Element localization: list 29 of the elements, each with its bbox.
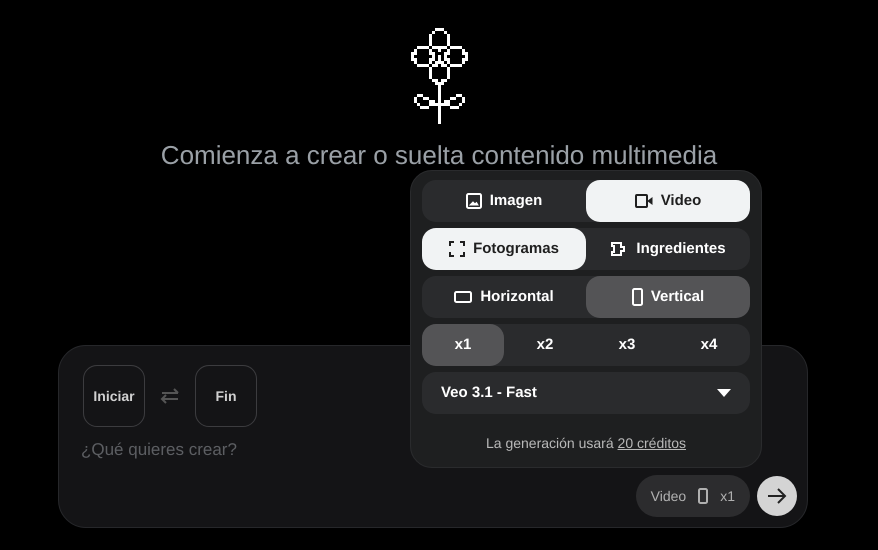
option-tab[interactable]: Horizontal [422,276,586,318]
option-tab[interactable]: Ingredientes [586,228,750,270]
count-tab[interactable]: x1 [422,324,504,366]
start-frame-button[interactable]: Iniciar [83,365,145,427]
end-frame-button[interactable]: Fin [195,365,257,427]
credits-link[interactable]: 20 créditos [618,435,686,451]
option-tab[interactable]: Fotogramas [422,228,586,270]
video-camera-icon [634,194,653,208]
settings-chip[interactable]: Video x1 [636,475,750,517]
portrait-icon [698,488,708,504]
chip-label: x1 [720,486,735,506]
count-tab[interactable]: x2 [504,324,586,366]
portrait-icon [632,288,643,306]
arrow-right-icon [767,487,787,505]
landscape-icon [454,291,472,303]
flower-logo-icon [410,28,468,124]
image-icon [466,193,482,209]
dropdown-caret-icon [717,389,731,397]
option-tab[interactable]: Imagen [422,180,586,222]
frame-corners-icon [449,241,466,257]
credits-note: La generación usará 20 créditos [484,434,688,453]
option-tab[interactable]: Video [586,180,750,222]
model-dropdown[interactable]: Veo 3.1 - Fast [422,372,750,414]
count-tab[interactable]: x3 [586,324,668,366]
option-tab[interactable]: Vertical [586,276,750,318]
chip-label: Video [650,486,686,506]
heading: Comienza a crear o suelta contenido multimedia [160,139,718,172]
send-button[interactable] [757,476,797,516]
count-tab[interactable]: x4 [668,324,750,366]
